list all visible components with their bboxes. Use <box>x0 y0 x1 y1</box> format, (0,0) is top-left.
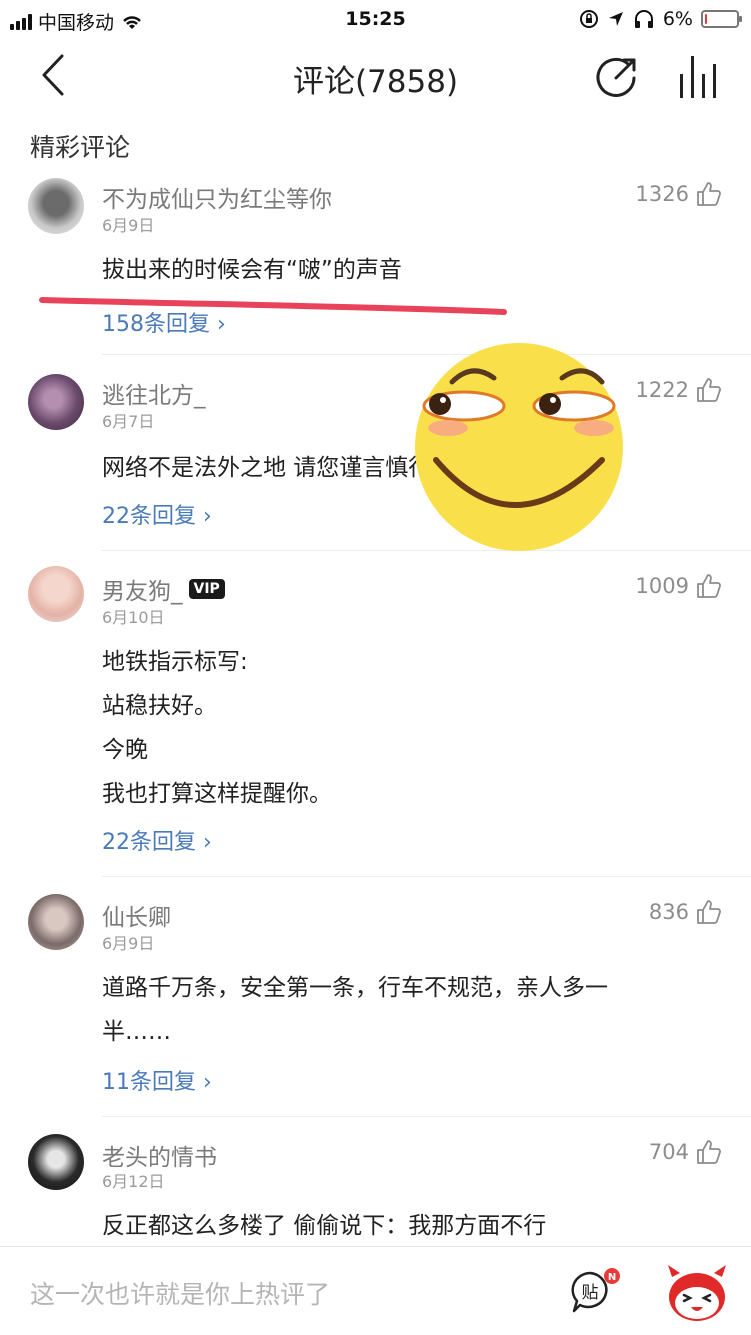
share-icon <box>596 57 636 97</box>
thumbs-up-icon <box>697 900 721 924</box>
comment-input[interactable]: 这一次也许就是你上热评了 <box>30 1275 330 1311</box>
headphones-icon <box>634 10 653 28</box>
username[interactable]: 男友狗_ VIP <box>102 572 225 606</box>
divider <box>102 876 751 877</box>
thumbs-up-icon <box>697 574 721 598</box>
avatar[interactable] <box>28 894 84 950</box>
ranking-button[interactable] <box>676 52 722 102</box>
thumbs-up-icon <box>697 378 721 402</box>
username-text[interactable]: 不为成仙只为红尘等你 <box>102 180 332 214</box>
replies-text[interactable]: 22条回复 <box>102 504 196 529</box>
rotation-lock-icon <box>579 10 598 28</box>
avatar[interactable] <box>28 374 84 430</box>
red-underline-annotation <box>39 297 507 315</box>
replies-text[interactable]: 11条回复 <box>102 1070 196 1095</box>
like-count: 1009 <box>635 574 689 598</box>
like-count: 1326 <box>635 182 689 206</box>
bar-chart-icon <box>680 56 716 98</box>
comment-date: 6月10日 <box>102 608 165 627</box>
avatar[interactable] <box>28 1134 84 1190</box>
battery-percent: 6% <box>662 8 693 30</box>
sticker-post-button[interactable]: 贴 N <box>568 1267 622 1317</box>
like-button[interactable]: 836 <box>649 898 723 926</box>
username-text[interactable]: 逃往北方_ <box>102 376 206 410</box>
like-button[interactable]: 704 <box>649 1138 723 1166</box>
comment-date: 6月9日 <box>102 216 155 235</box>
divider <box>102 1116 751 1117</box>
replies-link[interactable]: 22条回复 › <box>102 498 212 530</box>
like-button[interactable]: 1222 <box>636 376 723 404</box>
avatar[interactable] <box>28 566 84 622</box>
section-title: 精彩评论 <box>30 133 131 162</box>
vip-badge: VIP <box>188 579 225 599</box>
mascot-icon <box>668 1265 726 1321</box>
nav-bar: 评论(7858) <box>0 40 751 116</box>
username[interactable]: 仙长卿 <box>102 898 171 932</box>
comment-text: 网络不是法外之地 请您谨言慎行 <box>102 455 432 481</box>
mascot-button[interactable] <box>664 1263 730 1325</box>
username[interactable]: 老头的情书 <box>102 1138 217 1172</box>
share-button[interactable] <box>594 54 640 100</box>
comment-text-line: 我也打算这样提醒你。 <box>102 781 332 807</box>
username[interactable]: 不为成仙只为红尘等你 <box>102 180 332 214</box>
replies-text[interactable]: 22条回复 <box>102 830 196 855</box>
username-text[interactable]: 老头的情书 <box>102 1138 217 1172</box>
like-button[interactable]: 1326 <box>636 180 723 208</box>
comment-date: 6月7日 <box>102 412 155 431</box>
like-count: 836 <box>648 900 689 924</box>
username[interactable]: 逃往北方_ <box>102 376 206 410</box>
comment-text-line: 道路千万条，安全第一条，行车不规范，亲人多一 <box>102 975 608 1001</box>
status-bar: 中国移动 15:25 6% <box>0 0 751 40</box>
comment-text-line: 站稳扶好。 <box>102 693 217 719</box>
comment-text-line: 半…… <box>102 1019 171 1045</box>
tie-label: 贴 <box>582 1283 599 1303</box>
notification-badge: N <box>608 1272 616 1283</box>
location-icon <box>608 12 623 26</box>
comment-text: 反正都这么多楼了 偷偷说下：我那方面不行 <box>102 1213 547 1239</box>
comment-date: 6月12日 <box>102 1172 165 1191</box>
comment-input-bar: 这一次也许就是你上热评了 贴 N <box>0 1246 751 1335</box>
battery-icon <box>701 10 742 28</box>
comment-text: 拔出来的时候会有“啵”的声音 <box>102 257 402 283</box>
avatar[interactable] <box>28 178 84 234</box>
replies-link[interactable]: 11条回复 › <box>102 1064 212 1096</box>
thumbs-up-icon <box>697 1140 721 1164</box>
comment-text-line: 地铁指示标写: <box>102 649 248 675</box>
replies-link[interactable]: 22条回复 › <box>102 824 212 856</box>
username-text[interactable]: 男友狗_ <box>102 572 183 606</box>
thumbs-up-icon <box>697 182 721 206</box>
sticker-bubble-icon: 贴 N <box>571 1268 620 1313</box>
comment-date: 6月9日 <box>102 934 155 953</box>
like-count: 1222 <box>635 378 689 402</box>
like-button[interactable]: 1009 <box>636 572 723 600</box>
comment-text-line: 今晚 <box>102 737 148 763</box>
username-text[interactable]: 仙长卿 <box>102 898 171 932</box>
like-count: 704 <box>648 1140 689 1164</box>
smirk-emoji-sticker <box>415 343 623 551</box>
